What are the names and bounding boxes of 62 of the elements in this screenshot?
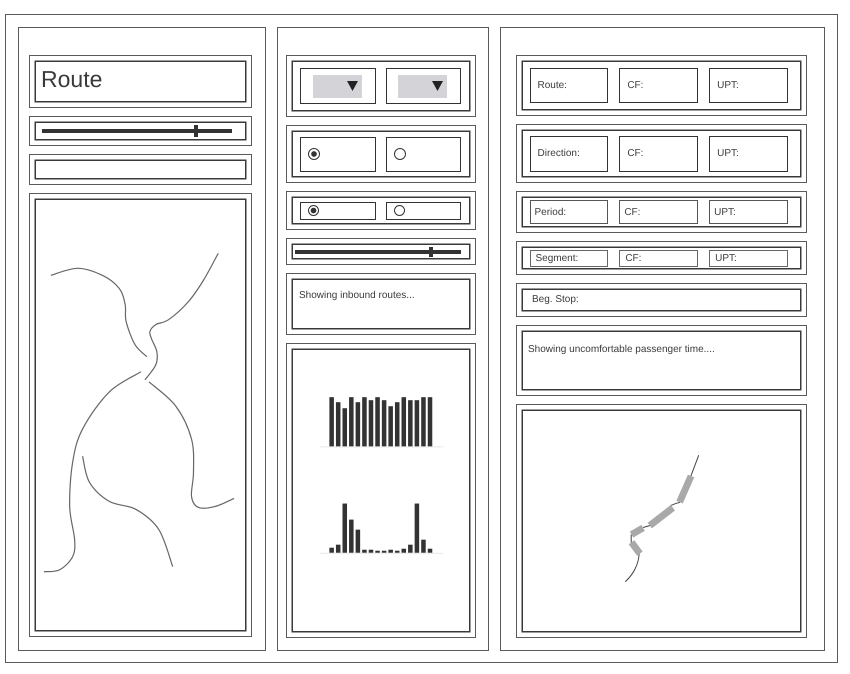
bar [414, 504, 420, 553]
segment-marker [630, 524, 645, 538]
bar [421, 397, 426, 446]
status-text: Showing inbound routes... [299, 290, 415, 301]
bar [342, 408, 348, 446]
bar [329, 548, 334, 553]
dropdown[interactable] [312, 74, 362, 98]
dropdown[interactable] [398, 74, 447, 98]
bar [342, 504, 348, 553]
stat-field: CF: [619, 136, 698, 172]
bar [368, 400, 374, 446]
input-field[interactable] [29, 154, 252, 185]
stat-field: CF: [619, 200, 698, 224]
panel-title: Route [41, 68, 102, 91]
stop-label: Beg. Stop: [532, 294, 579, 306]
radio-option[interactable] [300, 136, 376, 172]
bar [394, 550, 400, 553]
segment-marker [628, 540, 643, 556]
bar [349, 397, 354, 446]
bar [421, 540, 426, 553]
bar [388, 406, 393, 446]
bar [382, 400, 386, 446]
bar [329, 397, 334, 446]
stat-field: UPT: [709, 136, 788, 172]
bar [428, 397, 432, 446]
bar [402, 397, 406, 446]
bar [368, 550, 374, 553]
bar [362, 550, 367, 553]
caret-icon [432, 81, 443, 91]
radio-option[interactable] [386, 202, 461, 220]
bar [408, 400, 413, 446]
bar [362, 397, 367, 446]
stat-field: CF: [619, 250, 698, 266]
bar [382, 550, 386, 553]
stat-field: UPT: [709, 250, 788, 266]
stat-field: Period: [530, 200, 608, 224]
bar [375, 397, 380, 446]
slider-thumb[interactable] [194, 125, 198, 137]
slider-thumb[interactable] [429, 246, 434, 256]
radio-option[interactable] [300, 202, 376, 220]
radio-option[interactable] [386, 136, 461, 172]
stat-field: UPT: [709, 200, 788, 224]
bar [336, 544, 340, 553]
stat-field: Route: [530, 68, 608, 103]
bar [402, 548, 406, 553]
stat-field: CF: [619, 68, 698, 103]
stat-field: Direction: [530, 136, 608, 172]
bar [414, 400, 420, 446]
bar [349, 520, 354, 553]
stat-field: Segment: [530, 250, 608, 266]
caret-icon [346, 81, 358, 91]
bar [388, 550, 393, 553]
bar [375, 550, 380, 553]
bar [428, 548, 432, 553]
slider-track[interactable] [295, 246, 461, 256]
bar [336, 402, 340, 446]
stat-field: UPT: [709, 68, 788, 103]
status-text: Showing uncomfortable passenger time.... [528, 344, 715, 355]
bar [356, 402, 360, 446]
bar [408, 544, 413, 553]
bar [394, 402, 400, 446]
bar [356, 530, 360, 553]
